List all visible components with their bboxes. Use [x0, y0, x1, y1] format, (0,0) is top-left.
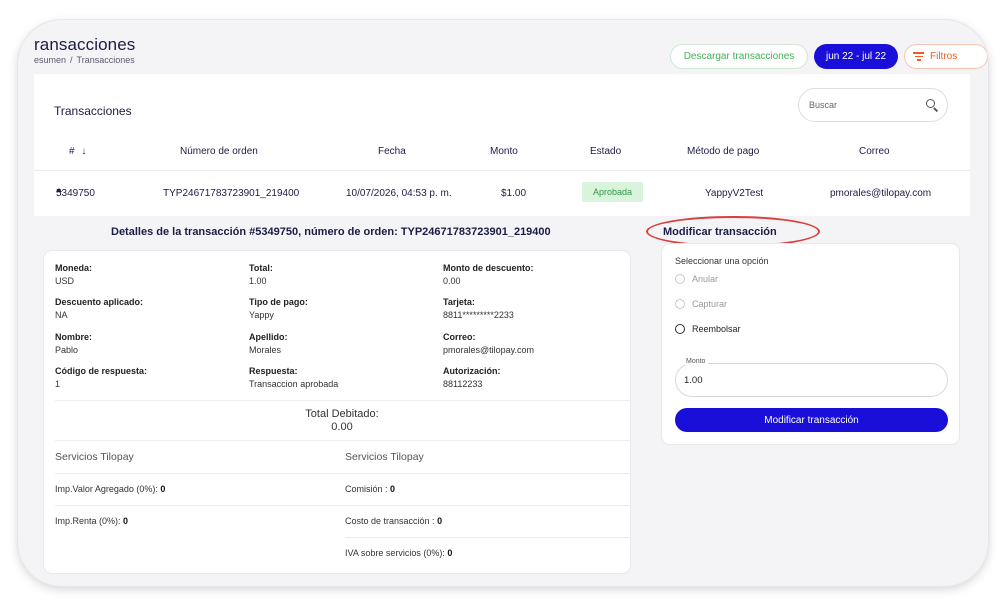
amount-input[interactable]: 1.00: [684, 375, 703, 386]
modify-transaction-card: Seleccionar una opción Anular Capturar R…: [662, 244, 959, 444]
filters-button[interactable]: Filtros: [904, 44, 988, 69]
service-commission: Comisión : 0: [345, 484, 396, 494]
field-payment-type: Tipo de pago: Yappy: [249, 297, 308, 320]
field-last-name: Apellido: Morales: [249, 332, 288, 355]
field-discount-amount: Monto de descuento: 0.00: [443, 263, 534, 286]
column-header-amount: Monto: [490, 146, 518, 157]
option-capture-radio: Capturar: [675, 299, 727, 309]
details-card: Moneda: USD Total: 1.00 Monto de descuento…: [44, 251, 630, 573]
transactions-card: Transacciones # ↓ Número de orden Fecha …: [34, 74, 970, 580]
service-vat: Imp.Valor Agregado (0%): 0: [55, 484, 166, 494]
amount-label: Monto: [683, 358, 709, 365]
row-date: 10/07/2026, 04:53 p. m.: [346, 188, 452, 199]
amount-field[interactable]: Monto 1.00: [675, 358, 948, 397]
row-email: pmorales@tilopay.com: [830, 188, 932, 199]
table-row[interactable]: 5349750 TYP24671783723901_219400 10/07/2…: [34, 182, 970, 208]
column-header-date: Fecha: [378, 146, 406, 157]
modify-heading: Modificar transacción: [663, 226, 777, 238]
column-header-id[interactable]: # ↓: [69, 146, 86, 157]
breadcrumb-parent[interactable]: esumen: [34, 55, 66, 65]
breadcrumb-separator: /: [70, 55, 73, 65]
radio-circle-icon: [675, 299, 685, 309]
breadcrumb: esumen / Transacciones: [34, 55, 135, 65]
divider: [55, 505, 630, 506]
card-title: Transacciones: [54, 104, 132, 118]
filter-icon: [913, 50, 924, 63]
field-total: Total: 1.00: [249, 263, 273, 286]
service-transaction-cost: Costo de transacción : 0: [345, 516, 443, 526]
field-card: Tarjeta: 8811*********2233: [443, 297, 514, 320]
radio-circle-icon[interactable]: [675, 324, 685, 334]
breadcrumb-current: Transacciones: [76, 55, 135, 65]
row-order-number: TYP24671783723901_219400: [163, 188, 300, 199]
sort-down-icon[interactable]: ↓: [81, 146, 86, 157]
field-response-code: Código de respuesta: 1: [55, 366, 148, 389]
service-iva: IVA sobre servicios (0%): 0: [345, 548, 453, 558]
divider: [55, 440, 630, 441]
row-amount: $1.00: [501, 188, 527, 199]
transaction-details-panel: Detalles de la transacción #5349750, núm…: [34, 216, 970, 580]
field-response: Respuesta: Transaccion aprobada: [249, 366, 339, 389]
field-discount-applied: Descuento aplicado: NA: [55, 297, 144, 320]
details-heading: Detalles de la transacción #5349750, núm…: [111, 226, 551, 238]
services-title-left: Servicios Tilopay: [55, 451, 134, 463]
field-currency: Moneda: USD: [55, 263, 92, 286]
row-id[interactable]: 5349750: [56, 188, 95, 199]
page-title: ransacciones: [34, 35, 136, 54]
date-range-button[interactable]: jun 22 - jul 22: [814, 44, 898, 69]
divider: [34, 170, 970, 171]
divider: [345, 537, 630, 538]
services-title-right: Servicios Tilopay: [345, 451, 424, 463]
field-first-name: Nombre: Pablo: [55, 332, 93, 355]
row-payment-method: YappyV2Test: [705, 188, 764, 199]
column-header-order: Número de orden: [180, 146, 258, 157]
column-header-payment-method: Método de pago: [687, 146, 760, 157]
divider: [55, 400, 630, 401]
search-icon[interactable]: [926, 98, 937, 112]
option-void-radio: Anular: [675, 274, 718, 284]
select-option-label: Seleccionar una opción: [675, 256, 769, 266]
app-window: ransacciones esumen / Transacciones Descar…: [18, 20, 988, 586]
column-header-status: Estado: [590, 146, 622, 157]
search-input[interactable]: [809, 100, 926, 110]
search-box[interactable]: [798, 88, 948, 122]
option-refund-radio[interactable]: Reembolsar: [675, 324, 741, 334]
modify-transaction-button[interactable]: Modificar transacción: [675, 408, 948, 432]
filters-label: Filtros: [930, 51, 958, 62]
status-badge: Aprobada: [582, 182, 644, 202]
divider: [55, 473, 630, 474]
field-authorization: Autorización: 88112233: [443, 366, 501, 389]
service-income-tax: Imp.Renta (0%): 0: [55, 516, 129, 526]
column-header-email: Correo: [859, 146, 890, 157]
table-header: # ↓ Número de orden Fecha Monto Estado M…: [34, 146, 970, 172]
collapse-caret-icon[interactable]: [56, 188, 62, 192]
download-transactions-button[interactable]: Descargar transacciones: [670, 44, 808, 69]
total-debited: Total Debitado: 0.00: [305, 408, 379, 433]
radio-circle-icon: [675, 274, 685, 284]
field-email: Correo: pmorales@tilopay.com: [443, 332, 535, 355]
